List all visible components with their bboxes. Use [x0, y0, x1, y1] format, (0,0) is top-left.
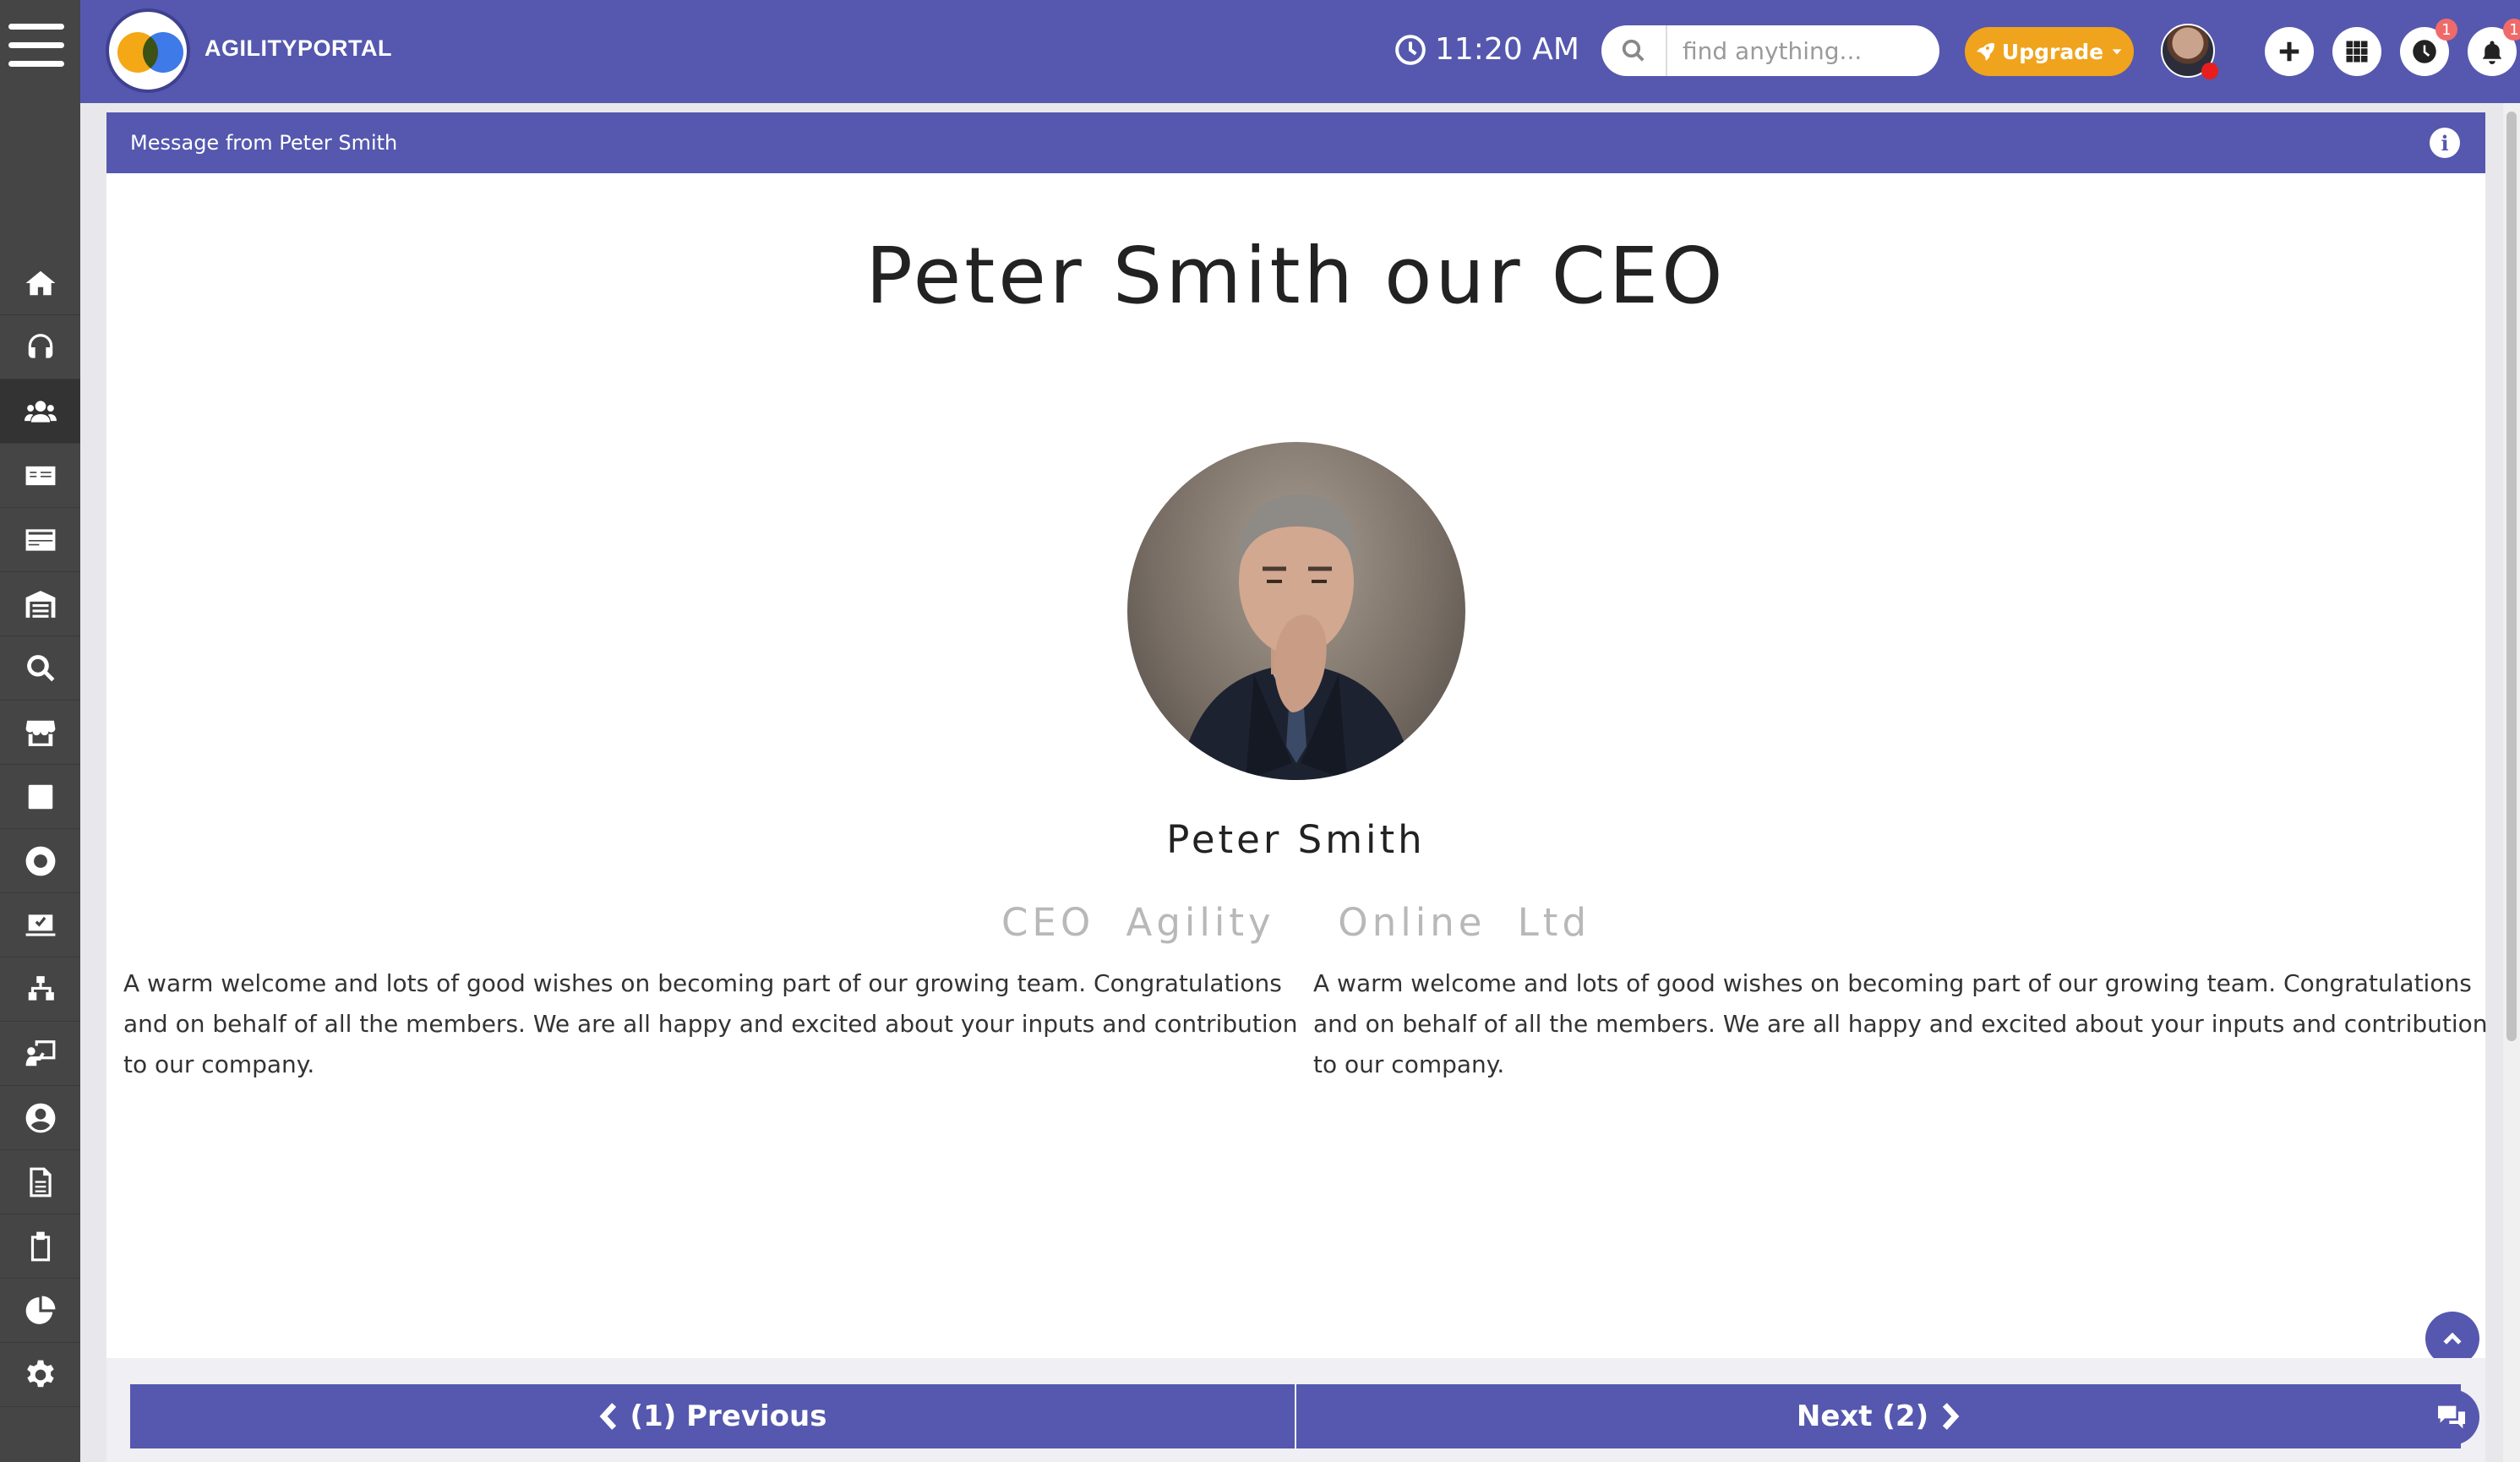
sidebar-item-institution[interactable]: [0, 572, 80, 636]
sidebar-item-badge[interactable]: [0, 829, 80, 893]
top-bar: AGILITYPORTAL 11:20 AM Upgrade 1 1: [80, 0, 2520, 103]
upgrade-label: Upgrade: [2001, 39, 2104, 64]
notifications-button[interactable]: 1: [2468, 19, 2520, 76]
headset-icon: [28, 333, 52, 358]
sidebar: [0, 0, 80, 1462]
sidebar-item-search-finance[interactable]: [0, 636, 80, 701]
next-button[interactable]: Next (2): [1296, 1384, 2461, 1448]
message-panel: Peter Smith our CEO Peter Smith CEO Agil…: [106, 173, 2488, 1358]
clock: 11:20 AM: [1394, 32, 1579, 67]
previous-button[interactable]: (1) Previous: [130, 1384, 1295, 1448]
welcome-message-left: A warm welcome and lots of good wishes o…: [123, 969, 1298, 1078]
chevron-left-icon: [599, 1403, 616, 1430]
sidebar-item-inbox[interactable]: [0, 893, 80, 957]
chevron-right-icon: [1942, 1403, 1960, 1430]
sidebar-item-people[interactable]: [0, 379, 80, 444]
sidebar-item-cards[interactable]: [0, 508, 80, 572]
warehouse-icon: [25, 590, 55, 618]
next-label: Next (2): [1796, 1399, 1929, 1433]
person-title: CEO Agility Online Ltd: [1001, 900, 1591, 945]
sidebar-item-payroll[interactable]: [0, 444, 80, 508]
sidebar-item-clipboard[interactable]: [0, 1214, 80, 1279]
ceo-photo: [1127, 442, 1465, 780]
chevron-up-icon: [2443, 1332, 2462, 1345]
current-time: 11:20 AM: [1435, 32, 1579, 67]
sitemap-icon: [28, 975, 54, 1001]
status-dot: [2201, 63, 2218, 79]
store-icon: [25, 720, 55, 746]
plus-icon: [2279, 41, 2299, 62]
scrollbar[interactable]: [2503, 103, 2520, 1462]
clock-history-icon: [2413, 40, 2436, 63]
user-avatar[interactable]: [2161, 24, 2218, 79]
pie-chart-icon: [25, 1296, 55, 1324]
page-title: Peter Smith our CEO: [865, 231, 1726, 321]
logo[interactable]: [106, 8, 190, 93]
info-icon[interactable]: i: [2430, 128, 2460, 158]
search-icon[interactable]: [1601, 25, 1667, 76]
upgrade-button[interactable]: Upgrade: [1965, 27, 2134, 76]
sidebar-item-square[interactable]: [0, 765, 80, 829]
caret-down-icon: [2112, 49, 2122, 55]
scrollbar-thumb[interactable]: [2506, 112, 2517, 1041]
credit-card-icon: [25, 528, 55, 551]
sidebar-item-document[interactable]: [0, 1150, 80, 1214]
users-icon: [24, 400, 57, 423]
panel-title: Message from Peter Smith: [130, 131, 398, 155]
sidebar-item-reports[interactable]: [0, 1279, 80, 1343]
bottom-navigation: (1) Previous Next (2): [106, 1358, 2485, 1462]
apps-button[interactable]: [2332, 27, 2381, 76]
previous-label: (1) Previous: [630, 1399, 827, 1433]
rocket-icon: [1976, 42, 1994, 61]
grid-icon: [2346, 41, 2368, 63]
sidebar-item-home[interactable]: [0, 251, 80, 315]
sidebar-item-store[interactable]: [0, 701, 80, 765]
square-icon: [28, 784, 52, 809]
sidebar-item-support[interactable]: [0, 315, 80, 379]
sidebar-item-user[interactable]: [0, 1086, 80, 1150]
hamburger-menu-icon[interactable]: [8, 24, 64, 74]
history-button[interactable]: 1: [2400, 19, 2457, 76]
brand-name: AGILITYPORTAL: [205, 35, 392, 61]
sidebar-item-presentation[interactable]: [0, 1022, 80, 1086]
gear-icon: [26, 1360, 54, 1387]
clipboard-icon: [30, 1231, 50, 1261]
search-bar[interactable]: [1601, 25, 1939, 76]
add-button[interactable]: [2265, 27, 2314, 76]
sidebar-item-settings[interactable]: [0, 1343, 80, 1407]
notifications-badge: 1: [2503, 19, 2520, 41]
search-dollar-icon: [26, 654, 54, 681]
cog-badge-icon: [25, 846, 55, 876]
home-icon: [25, 270, 55, 295]
sidebar-item-org-chart[interactable]: [0, 957, 80, 1022]
file-icon: [29, 1167, 52, 1197]
welcome-message-right: A warm welcome and lots of good wishes o…: [1313, 969, 2488, 1078]
money-check-icon: [25, 466, 55, 485]
person-name: Peter Smith: [1166, 817, 1426, 862]
user-circle-icon: [25, 1103, 55, 1132]
search-input[interactable]: [1667, 36, 1921, 65]
panel-header: Message from Peter Smith i: [106, 112, 2485, 173]
laptop-check-icon: [25, 914, 55, 936]
chalkboard-teacher-icon: [25, 1039, 55, 1066]
clock-icon: [1395, 34, 1426, 65]
history-badge: 1: [2435, 19, 2457, 41]
chat-button[interactable]: [2424, 1389, 2479, 1445]
chat-icon: [2438, 1405, 2465, 1429]
bell-icon: [2482, 41, 2502, 64]
